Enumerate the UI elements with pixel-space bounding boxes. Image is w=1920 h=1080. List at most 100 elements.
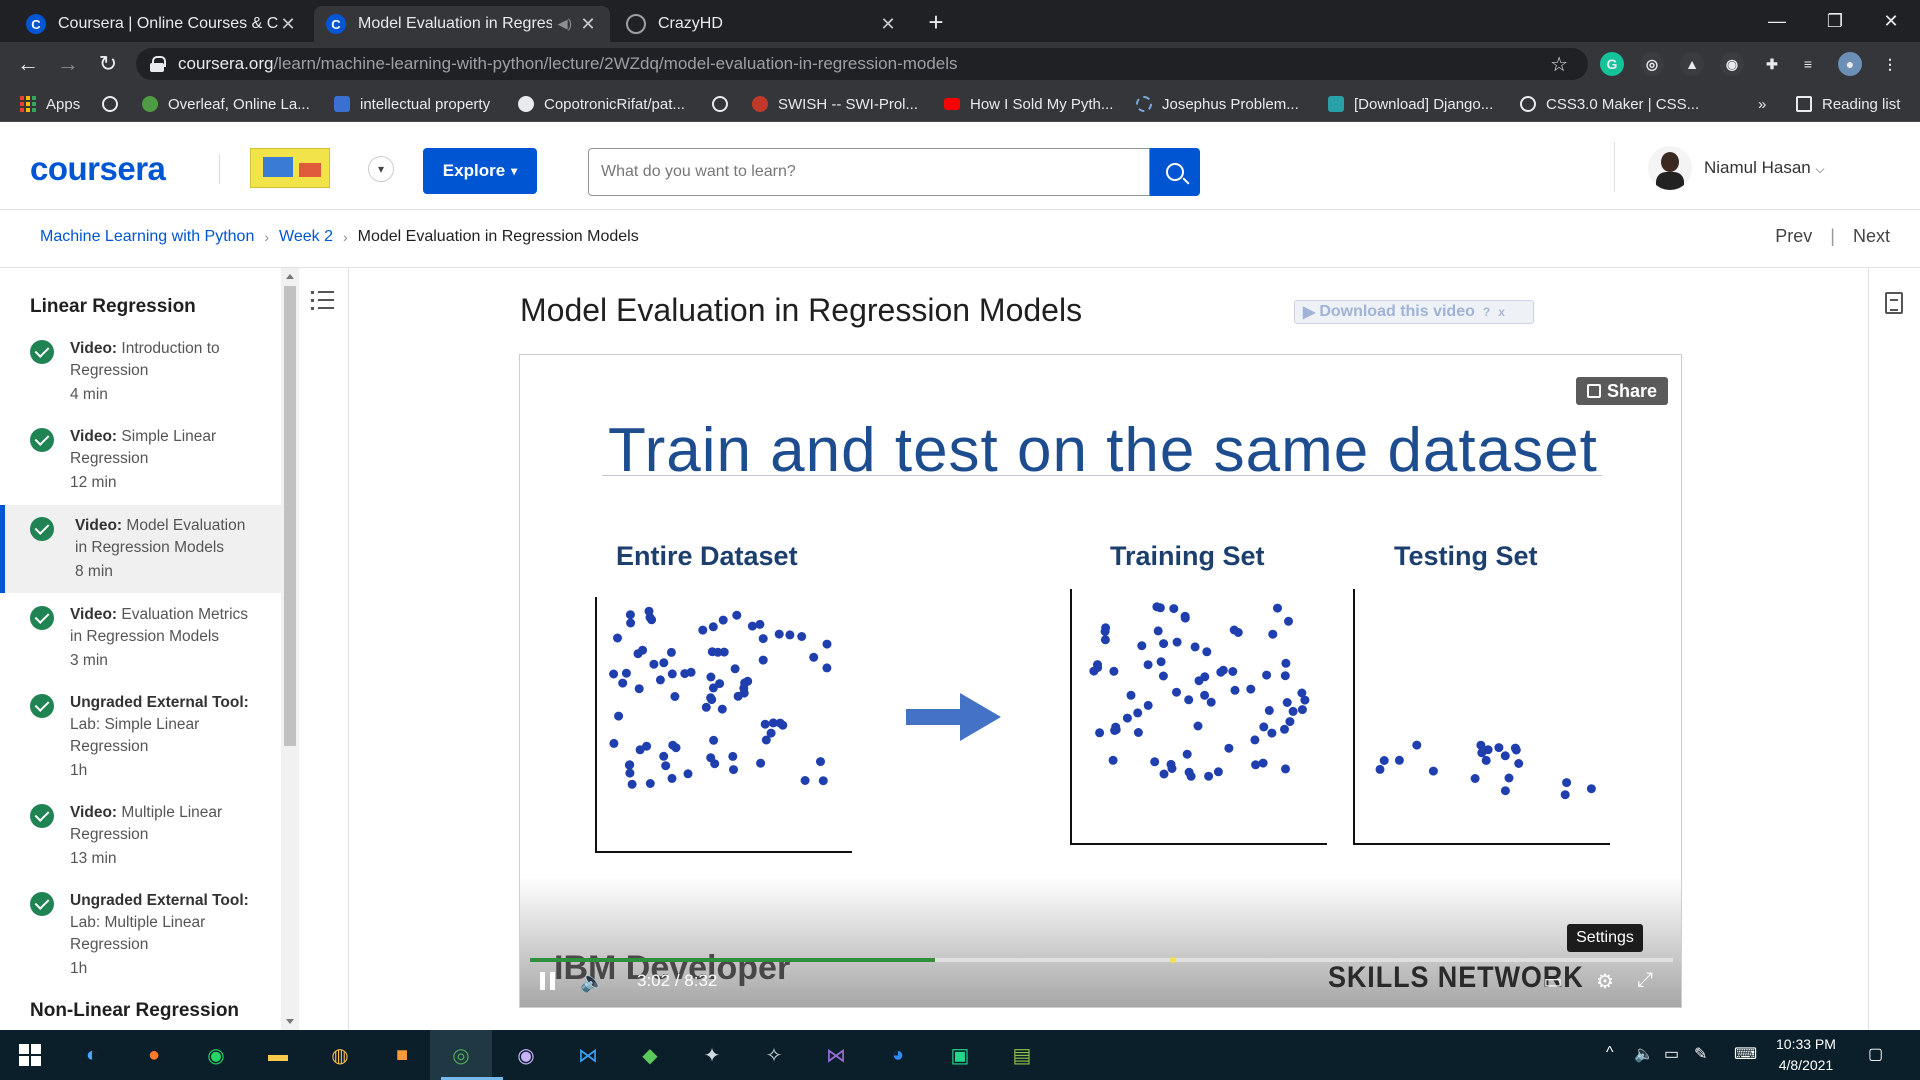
keyboard-icon[interactable]: ⌨ [1734, 1044, 1757, 1064]
close-tab-icon[interactable]: ✕ [278, 14, 298, 35]
bookmark-overleaf[interactable]: Overleaf, Online La... [142, 94, 310, 114]
chrome-icon[interactable]: ◎ [441, 1037, 503, 1080]
download-video-button[interactable]: ▶ Download this video ? x [1294, 300, 1534, 324]
media-control-icon[interactable]: ≡ [1796, 52, 1820, 76]
notes-icon[interactable] [1885, 292, 1903, 314]
prev-link[interactable]: Prev [1775, 226, 1812, 247]
list-item[interactable]: Video: Multiple Linear Regression 13 min [0, 802, 282, 882]
start-button[interactable] [10, 1037, 50, 1073]
chevron-up-icon[interactable]: ^ [1606, 1044, 1614, 1062]
file-explorer-icon[interactable]: ▬ [258, 1037, 298, 1073]
bookmark-star-icon[interactable]: ☆ [1550, 52, 1568, 77]
scrollbar-thumb[interactable] [284, 286, 296, 746]
scatter-dot [706, 672, 716, 682]
bookmarks-overflow[interactable]: » [1758, 94, 1766, 114]
taskbar-clock[interactable]: 10:33 PM 4/8/2021 [1776, 1034, 1836, 1076]
minimize-icon[interactable]: — [1748, 0, 1806, 42]
firefox-icon[interactable]: ● [134, 1037, 174, 1073]
speaker-icon[interactable]: ◀) [558, 16, 572, 32]
search-input[interactable] [588, 148, 1150, 196]
pycharm-icon[interactable]: ▣ [940, 1037, 980, 1073]
restore-icon[interactable]: ❐ [1806, 0, 1864, 42]
close-icon[interactable]: x [1498, 305, 1505, 319]
scatter-dot [822, 639, 832, 649]
list-item[interactable]: Ungraded External Tool: Lab: Multiple Li… [0, 890, 282, 994]
new-tab-icon[interactable]: + [922, 8, 950, 36]
app-icon[interactable]: ✦ [692, 1037, 732, 1073]
forward-icon[interactable]: → [54, 50, 82, 78]
next-link[interactable]: Next [1853, 226, 1890, 247]
vpn-icon[interactable]: ◍ [320, 1037, 360, 1073]
search-button[interactable] [1150, 148, 1200, 196]
network-icon[interactable]: ▭ [1664, 1044, 1679, 1064]
menu-dots-icon[interactable]: ⋮ [1878, 52, 1902, 76]
bookmark-apps[interactable]: Apps [20, 94, 80, 114]
video-player[interactable]: Train and test on the same dataset Entir… [519, 354, 1682, 1008]
tab-model-evaluation[interactable]: C Model Evaluation in Regressi ◀) ✕ [314, 6, 610, 42]
bookmark-django[interactable]: [Download] Django... [1328, 94, 1493, 114]
share-button[interactable]: Share [1576, 377, 1668, 405]
list-outline-icon[interactable] [311, 290, 335, 312]
bookmark-josephus[interactable]: Josephus Problem... [1136, 94, 1299, 114]
explore-button[interactable]: Explore ▾ [423, 148, 537, 194]
bookmark-youtube[interactable]: How I Sold My Pyth... [944, 94, 1113, 114]
scroll-up-icon[interactable] [286, 274, 294, 279]
captions-icon[interactable]: ▭ [1540, 969, 1566, 993]
app-icon[interactable]: ■ [382, 1037, 422, 1073]
bookmark-swish[interactable]: SWISH -- SWI-Prol... [752, 94, 918, 114]
gear-icon[interactable]: ⚙ [1592, 969, 1618, 993]
reload-icon[interactable]: ↻ [94, 50, 122, 78]
puzzle-extensions-icon[interactable]: ✚ [1760, 52, 1784, 76]
list-item-active[interactable]: Video: Model Evaluation in Regression Mo… [0, 505, 282, 593]
tab-coursera-home[interactable]: C Coursera | Online Courses & Crec ✕ [14, 6, 310, 42]
list-item[interactable]: Video: Evaluation Metrics in Regression … [0, 604, 282, 684]
edge-icon[interactable]: ◐ [72, 1037, 112, 1073]
organization-logo[interactable] [250, 148, 330, 188]
volume-icon[interactable]: 🔈 [580, 969, 605, 994]
back-icon[interactable]: ← [14, 50, 42, 78]
whatsapp-icon[interactable]: ◉ [196, 1037, 236, 1073]
vscode-icon[interactable]: ⋈ [568, 1037, 608, 1073]
chevron-down-icon[interactable]: ▾ [368, 156, 394, 182]
close-tab-icon[interactable]: ✕ [578, 14, 598, 35]
speaker-icon[interactable]: 🔈 [1634, 1044, 1654, 1064]
camera-extension-icon[interactable]: ◉ [1720, 52, 1744, 76]
video-progress-bar[interactable] [530, 957, 1673, 963]
pause-icon[interactable] [540, 972, 556, 990]
sidebar-scrollbar[interactable] [281, 268, 299, 1030]
bookmark-intellectual-property[interactable]: intellectual property [334, 94, 490, 114]
list-item[interactable]: Ungraded External Tool: Lab: Simple Line… [0, 692, 282, 796]
extension-icon[interactable]: ▲ [1680, 52, 1704, 76]
scatter-dot [708, 622, 718, 632]
pen-icon[interactable]: ✎ [1694, 1044, 1707, 1064]
breadcrumb-week[interactable]: Week 2 [279, 228, 333, 246]
visual-studio-icon[interactable]: ⋈ [816, 1037, 856, 1073]
reading-list[interactable]: Reading list [1796, 94, 1900, 114]
bookmark-globe[interactable] [712, 94, 738, 114]
bookmark-github[interactable]: CopotronicRifat/pat... [518, 94, 685, 114]
coursera-logo[interactable]: coursera [30, 150, 166, 188]
profile-avatar-icon[interactable]: ● [1838, 52, 1862, 76]
github-desktop-icon[interactable]: ◉ [506, 1037, 546, 1073]
bookmark-globe[interactable] [102, 94, 128, 114]
notifications-icon[interactable]: ▢ [1868, 1044, 1883, 1064]
messenger-icon[interactable]: ◕ [878, 1037, 918, 1073]
fullscreen-icon[interactable]: ⤢ [1632, 969, 1658, 991]
help-icon[interactable]: ? [1483, 305, 1490, 319]
address-bar[interactable]: coursera.org/learn/machine-learning-with… [136, 48, 1588, 80]
bookmark-css3-maker[interactable]: CSS3.0 Maker | CSS... [1520, 94, 1699, 114]
app-icon[interactable]: ▤ [1002, 1037, 1042, 1073]
close-tab-icon[interactable]: ✕ [878, 14, 898, 35]
app-icon[interactable]: ✧ [754, 1037, 794, 1073]
avatar[interactable] [1648, 146, 1692, 190]
close-window-icon[interactable]: ✕ [1862, 0, 1920, 42]
scroll-down-icon[interactable] [286, 1019, 294, 1024]
tab-crazyhd[interactable]: CrazyHD ✕ [614, 6, 910, 42]
list-item[interactable]: Video: Simple Linear Regression 12 min [0, 426, 282, 506]
grammarly-extension-icon[interactable]: G [1600, 52, 1624, 76]
list-item[interactable]: Video: Introduction to Regression 4 min [0, 338, 282, 418]
app-icon[interactable]: ◆ [630, 1037, 670, 1073]
extension-icon[interactable]: ◎ [1640, 52, 1664, 76]
user-menu[interactable]: Niamul Hasan ⌵ [1704, 158, 1825, 178]
breadcrumb-course[interactable]: Machine Learning with Python [40, 228, 254, 246]
